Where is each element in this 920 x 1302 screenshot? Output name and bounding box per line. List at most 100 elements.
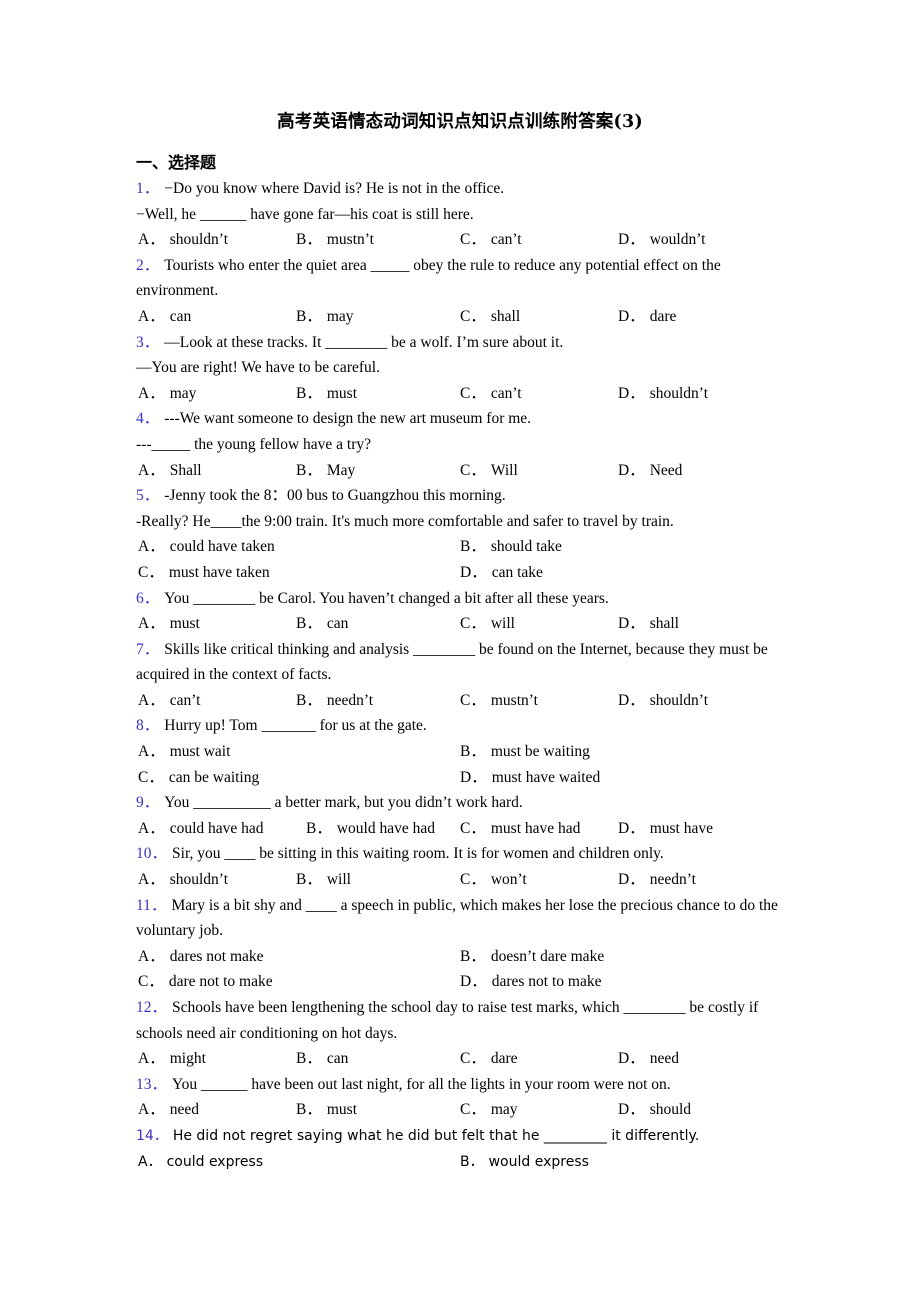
answer-option-b[interactable]: Bwould have had bbox=[306, 816, 435, 842]
option-label: A bbox=[138, 692, 165, 709]
answer-option-b[interactable]: Bwill bbox=[296, 867, 351, 893]
option-text: mustn’t bbox=[326, 231, 374, 249]
option-text: dares not to make bbox=[491, 973, 602, 991]
option-label: B bbox=[460, 948, 486, 965]
question-stem: 13 You ______ have been out last night, f… bbox=[136, 1072, 784, 1098]
option-text: won’t bbox=[490, 871, 527, 889]
answer-option-d[interactable]: DNeed bbox=[618, 458, 682, 484]
option-label: C bbox=[460, 308, 486, 325]
answer-option-d[interactable]: Dshouldn’t bbox=[618, 381, 708, 407]
answer-option-c[interactable]: Cdare not to make bbox=[138, 969, 273, 995]
option-text: dare not to make bbox=[168, 973, 273, 991]
question-stem-text: Tourists who enter the quiet area _____ … bbox=[136, 256, 721, 300]
option-text: would have had bbox=[336, 819, 435, 837]
answer-option-a[interactable]: Adares not make bbox=[138, 944, 264, 970]
question-item: 12Schools have been lengthening the scho… bbox=[136, 995, 784, 1072]
question-number: 9 bbox=[136, 794, 159, 811]
option-label: B bbox=[296, 462, 322, 479]
option-text: must bbox=[326, 1101, 358, 1119]
answer-option-a[interactable]: Amust bbox=[138, 611, 200, 637]
question-item: 7Skills like critical thinking and analy… bbox=[136, 637, 784, 714]
option-label: D bbox=[618, 462, 645, 479]
answer-option-d[interactable]: Ddares not to make bbox=[460, 969, 601, 995]
option-row: AShall BMay CWill DNeed bbox=[136, 458, 784, 484]
answer-option-b[interactable]: BMay bbox=[296, 458, 355, 484]
answer-option-a[interactable]: Acould express bbox=[138, 1149, 263, 1175]
answer-option-b[interactable]: Bshould take bbox=[460, 534, 562, 560]
answer-option-a[interactable]: Aneed bbox=[138, 1097, 199, 1123]
question-list: 一、选择题 1 −Do you know where David is? He i… bbox=[136, 152, 784, 1175]
answer-option-c[interactable]: CWill bbox=[460, 458, 518, 484]
answer-option-d[interactable]: Dneed bbox=[618, 1046, 679, 1072]
answer-option-b[interactable]: Bmustn’t bbox=[296, 227, 374, 253]
answer-option-a[interactable]: Ashouldn’t bbox=[138, 227, 228, 253]
answer-option-c[interactable]: Cshall bbox=[460, 304, 520, 330]
question-number: 5 bbox=[136, 487, 159, 504]
question-stem-text: Skills like critical thinking and analys… bbox=[136, 640, 768, 684]
option-text: Shall bbox=[169, 461, 202, 479]
answer-option-a[interactable]: Amight bbox=[138, 1046, 206, 1072]
answer-option-c[interactable]: Ccan be waiting bbox=[138, 765, 259, 791]
answer-option-d[interactable]: Dshouldn’t bbox=[618, 688, 708, 714]
answer-option-d[interactable]: Dcan take bbox=[460, 560, 543, 586]
answer-option-a[interactable]: AShall bbox=[138, 458, 202, 484]
option-label: C bbox=[138, 769, 164, 786]
answer-option-b[interactable]: Bmust bbox=[296, 381, 357, 407]
option-text: will bbox=[326, 871, 351, 889]
option-text: could have taken bbox=[169, 538, 275, 556]
option-label: D bbox=[618, 871, 645, 888]
answer-option-d[interactable]: Dneedn’t bbox=[618, 867, 696, 893]
answer-option-a[interactable]: Acould have had bbox=[138, 816, 264, 842]
question-stem: —You are right! We have to be careful. bbox=[136, 355, 784, 381]
answer-option-d[interactable]: Dmust have waited bbox=[460, 765, 600, 791]
question-stem-text: Mary is a bit shy and ____ a speech in p… bbox=[136, 896, 778, 940]
question-stem: 12Schools have been lengthening the scho… bbox=[136, 995, 784, 1046]
option-text: dare bbox=[649, 307, 677, 325]
answer-option-d[interactable]: Dshall bbox=[618, 611, 679, 637]
option-text: can take bbox=[491, 563, 543, 581]
option-text: doesn’t dare make bbox=[490, 947, 605, 965]
option-label: C bbox=[460, 615, 486, 632]
option-label: B bbox=[296, 1101, 322, 1118]
answer-option-b[interactable]: Bcan bbox=[296, 1046, 348, 1072]
answer-option-a[interactable]: Acan bbox=[138, 304, 191, 330]
question-item: 3 —Look at these tracks. It ________ be a… bbox=[136, 330, 784, 407]
answer-option-a[interactable]: Amust wait bbox=[138, 739, 230, 765]
question-stem: 6 You ________ be Carol. You haven’t chan… bbox=[136, 586, 784, 612]
option-text: can’t bbox=[490, 231, 522, 249]
answer-option-b[interactable]: Bneedn’t bbox=[296, 688, 373, 714]
answer-option-b[interactable]: Bwould express bbox=[460, 1149, 589, 1175]
answer-option-a[interactable]: Acould have taken bbox=[138, 534, 275, 560]
option-label: B bbox=[296, 385, 322, 402]
answer-option-d[interactable]: Ddare bbox=[618, 304, 676, 330]
answer-option-d[interactable]: Dshould bbox=[618, 1097, 691, 1123]
answer-option-b[interactable]: Bmust bbox=[296, 1097, 357, 1123]
option-label: B bbox=[296, 308, 322, 325]
option-label: C bbox=[460, 871, 486, 888]
answer-option-b[interactable]: Bcan bbox=[296, 611, 348, 637]
answer-option-a[interactable]: Ashouldn’t bbox=[138, 867, 228, 893]
answer-option-b[interactable]: Bmay bbox=[296, 304, 354, 330]
answer-option-d[interactable]: Dwouldn’t bbox=[618, 227, 705, 253]
answer-option-c[interactable]: Ccan’t bbox=[460, 381, 522, 407]
answer-option-a[interactable]: Acan’t bbox=[138, 688, 200, 714]
answer-option-c[interactable]: Cwon’t bbox=[460, 867, 527, 893]
answer-option-c[interactable]: Cmust have taken bbox=[138, 560, 270, 586]
answer-option-c[interactable]: Cwill bbox=[460, 611, 515, 637]
option-label: A bbox=[138, 615, 165, 632]
answer-option-c[interactable]: Cmay bbox=[460, 1097, 518, 1123]
answer-option-c[interactable]: Cdare bbox=[460, 1046, 518, 1072]
answer-option-b[interactable]: Bmust be waiting bbox=[460, 739, 590, 765]
option-label: A bbox=[138, 462, 165, 479]
answer-option-c[interactable]: Cmustn’t bbox=[460, 688, 538, 714]
answer-option-a[interactable]: Amay bbox=[138, 381, 196, 407]
answer-option-c[interactable]: Cmust have had bbox=[460, 816, 580, 842]
answer-option-c[interactable]: Ccan’t bbox=[460, 227, 522, 253]
question-stem: ---_____ the young fellow have a try? bbox=[136, 432, 784, 458]
answer-option-d[interactable]: Dmust have bbox=[618, 816, 713, 842]
option-label: A bbox=[138, 1154, 162, 1170]
question-item: 13 You ______ have been out last night, f… bbox=[136, 1072, 784, 1123]
question-stem-text: You ______ have been out last night, for… bbox=[172, 1075, 671, 1093]
option-label: C bbox=[460, 231, 486, 248]
answer-option-b[interactable]: Bdoesn’t dare make bbox=[460, 944, 604, 970]
